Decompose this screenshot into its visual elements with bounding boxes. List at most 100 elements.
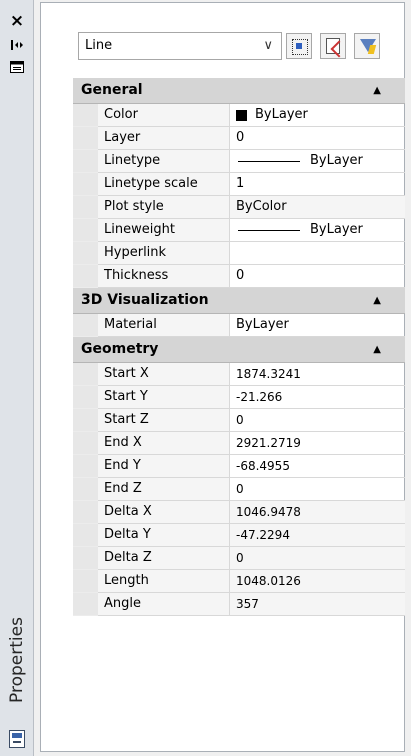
chevron-down-icon: ∨ — [263, 38, 273, 53]
properties-menu-icon[interactable] — [0, 56, 34, 78]
property-value[interactable]: 1874.3241 — [230, 363, 405, 386]
row-gutter — [73, 432, 98, 455]
property-value[interactable]: ByLayer — [230, 314, 405, 337]
property-value[interactable]: 2921.2719 — [230, 432, 405, 455]
property-value-text: ByLayer — [310, 153, 363, 168]
section-general: General ▲ Color ByLayer Layer 0 Linetype ByLaye… — [73, 78, 405, 288]
row-gutter — [73, 547, 98, 570]
property-value-text: 2921.2719 — [236, 436, 301, 450]
property-value-text: 1048.0126 — [236, 574, 301, 588]
row-gutter — [73, 104, 98, 127]
property-value-text: -68.4955 — [236, 459, 290, 473]
property-value-text: -21.266 — [236, 390, 283, 404]
property-label: Length — [98, 570, 230, 593]
property-value-text: 0 — [236, 482, 244, 496]
property-value[interactable]: ByLayer — [230, 104, 405, 127]
property-value[interactable]: 0 — [230, 547, 405, 570]
palette-properties-icon[interactable] — [9, 730, 25, 748]
select-objects-button[interactable] — [320, 33, 346, 59]
autohide-icon[interactable] — [0, 34, 34, 56]
section-header[interactable]: Geometry ▲ — [73, 337, 405, 363]
property-value[interactable]: -47.2294 — [230, 524, 405, 547]
collapse-arrow-icon[interactable]: ▲ — [373, 337, 381, 362]
section-title: 3D Visualization — [81, 292, 209, 308]
property-label: Layer — [98, 127, 230, 150]
row-gutter — [73, 524, 98, 547]
property-value[interactable]: 0 — [230, 265, 405, 288]
property-value-text: ByLayer — [310, 222, 363, 237]
property-label: Start X — [98, 363, 230, 386]
property-value[interactable]: 1 — [230, 173, 405, 196]
property-label: Delta Y — [98, 524, 230, 547]
toggle-pickadd-button[interactable] — [286, 33, 312, 59]
properties-panel: Line ∨ General ▲ Color ByLayer Layer 0 Linetyp… — [40, 2, 405, 752]
property-label: Plot style — [98, 196, 230, 219]
property-value[interactable]: 0 — [230, 127, 405, 150]
linetype-preview-icon — [238, 160, 300, 162]
property-label: Material — [98, 314, 230, 337]
property-label: Delta Z — [98, 547, 230, 570]
row-gutter — [73, 265, 98, 288]
section-title: General — [81, 82, 143, 98]
collapse-arrow-icon[interactable]: ▲ — [373, 78, 381, 103]
property-label: End X — [98, 432, 230, 455]
section-3d-visualization: 3D Visualization ▲ Material ByLayer — [73, 288, 405, 337]
property-label: Angle — [98, 593, 230, 616]
property-value-text: 0 — [236, 551, 244, 565]
row-gutter — [73, 409, 98, 432]
property-value[interactable]: ByLayer — [230, 150, 405, 173]
collapse-arrow-icon[interactable]: ▲ — [373, 288, 381, 313]
property-value[interactable]: 0 — [230, 409, 405, 432]
row-gutter — [73, 386, 98, 409]
palette-title-text: Properties — [7, 617, 28, 703]
property-label: Color — [98, 104, 230, 127]
property-label: Start Z — [98, 409, 230, 432]
property-value[interactable]: 357 — [230, 593, 405, 616]
section-header[interactable]: General ▲ — [73, 78, 405, 104]
property-label: Thickness — [98, 265, 230, 288]
section-header[interactable]: 3D Visualization ▲ — [73, 288, 405, 314]
object-type-select[interactable]: Line ∨ — [78, 32, 282, 60]
property-value[interactable]: 0 — [230, 478, 405, 501]
property-value-text: ByLayer — [255, 107, 308, 122]
property-value[interactable]: -21.266 — [230, 386, 405, 409]
property-label: Linetype scale — [98, 173, 230, 196]
property-value-text: 0 — [236, 413, 244, 427]
section-title: Geometry — [81, 341, 159, 357]
property-value[interactable]: ByColor — [230, 196, 405, 219]
row-gutter — [73, 363, 98, 386]
property-label: Start Y — [98, 386, 230, 409]
row-gutter — [73, 593, 98, 616]
quick-select-button[interactable] — [354, 33, 380, 59]
property-value[interactable]: -68.4955 — [230, 455, 405, 478]
property-value-text: 1874.3241 — [236, 367, 301, 381]
row-gutter — [73, 196, 98, 219]
property-label: End Y — [98, 455, 230, 478]
property-value-text: 1046.9478 — [236, 505, 301, 519]
row-gutter — [73, 570, 98, 593]
close-icon[interactable]: × — [0, 10, 34, 32]
property-grid: General ▲ Color ByLayer Layer 0 Linetype ByLaye… — [73, 78, 405, 616]
property-label: Lineweight — [98, 219, 230, 242]
property-value-text: 0 — [236, 130, 245, 145]
object-type-value: Line — [85, 38, 113, 53]
property-label: Delta X — [98, 501, 230, 524]
property-value-text: 357 — [236, 597, 259, 611]
section-geometry: Geometry ▲ Start X 1874.3241 Start Y -21.266 S… — [73, 337, 405, 616]
linetype-preview-icon — [238, 229, 300, 231]
row-gutter — [73, 173, 98, 196]
property-value[interactable]: 1046.9478 — [230, 501, 405, 524]
property-value[interactable] — [230, 242, 405, 265]
property-value-text: 0 — [236, 268, 245, 283]
property-label: Linetype — [98, 150, 230, 173]
row-gutter — [73, 219, 98, 242]
property-value-text: -47.2294 — [236, 528, 290, 542]
property-value-text: 1 — [236, 176, 245, 191]
palette-title: Properties — [5, 610, 29, 710]
property-value[interactable]: 1048.0126 — [230, 570, 405, 593]
color-swatch-icon — [236, 109, 247, 121]
property-value[interactable]: ByLayer — [230, 219, 405, 242]
row-gutter — [73, 455, 98, 478]
row-gutter — [73, 478, 98, 501]
row-gutter — [73, 242, 98, 265]
